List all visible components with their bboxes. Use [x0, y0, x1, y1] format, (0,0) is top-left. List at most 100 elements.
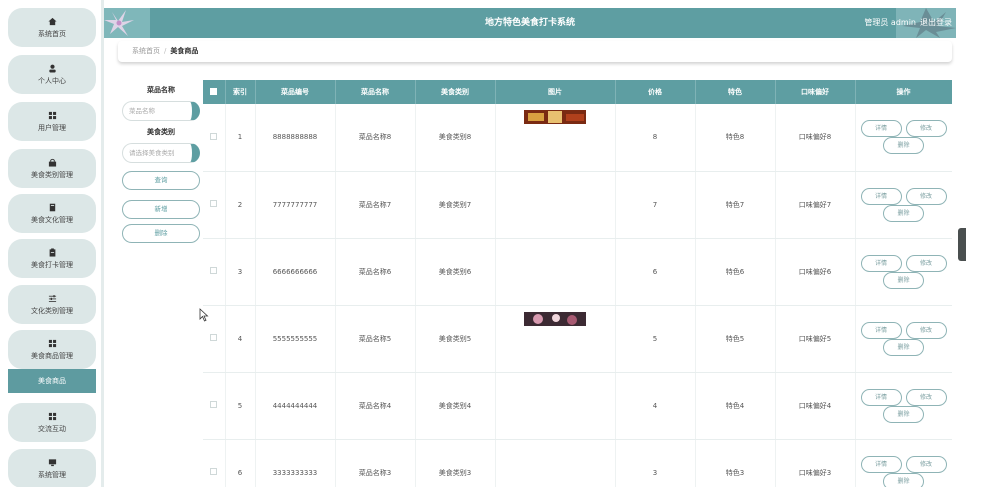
actions-cell: 详情 修改删除 — [855, 238, 952, 306]
edit-button[interactable]: 修改 — [905, 187, 947, 205]
dish-name-input[interactable]: 菜品名称 — [122, 101, 200, 121]
column-header: 菜品名称 — [335, 80, 416, 104]
taste-cell: 口味偏好7 — [775, 171, 856, 239]
row-checkbox[interactable] — [210, 334, 218, 341]
food-category-select[interactable]: 请选择美食类别 — [122, 143, 200, 163]
row-select-cell[interactable] — [203, 372, 226, 440]
delete-button[interactable]: 删除 — [883, 405, 924, 423]
row-select-cell[interactable] — [203, 104, 226, 172]
code-cell: 5555555555 — [255, 305, 336, 373]
column-header: 特色 — [695, 80, 776, 104]
name-cell: 菜品名称4 — [335, 372, 416, 440]
sidebar-item-label: 美食类别管理 — [31, 171, 73, 179]
row-checkbox[interactable] — [210, 267, 218, 274]
system-title: 地方特色美食打卡系统 — [484, 18, 575, 28]
price-cell: 3 — [615, 439, 696, 487]
index-cell: 5 — [225, 372, 256, 440]
name-cell: 菜品名称7 — [335, 171, 416, 239]
sidebar-item-culture-category[interactable]: 文化类别管理 — [8, 285, 96, 324]
sidebar-item-home[interactable]: 系统首页 — [8, 8, 96, 47]
edit-button[interactable]: 修改 — [905, 254, 947, 272]
column-header: 图片 — [495, 80, 616, 104]
code-cell: 6666666666 — [255, 238, 336, 306]
food-category-label: 美食类别 — [147, 128, 175, 136]
sidebar-item-label: 用户管理 — [38, 124, 66, 132]
delete-button[interactable]: 删除 — [883, 271, 924, 289]
detail-button[interactable]: 详情 — [860, 120, 902, 138]
table-row: 5 4444444444 菜品名称4 美食类别4 4 特色4 口味偏好4 详情 修改删除 — [203, 372, 952, 440]
sidebar-item-users[interactable]: 用户管理 — [8, 102, 96, 141]
table-row: 1 8888888888 菜品名称8 美食类别8 8 特色8 口味偏好8 详情 修改删除 — [203, 104, 952, 172]
dish-name-label: 菜品名称 — [147, 86, 175, 94]
category-cell: 美食类别4 — [415, 372, 496, 440]
delete-button[interactable]: 删除 — [883, 204, 924, 222]
logout-link[interactable]: 退出登录 — [920, 18, 952, 27]
sidebar-item-food-category[interactable]: 美食类别管理 — [8, 149, 96, 188]
category-cell: 美食类别3 — [415, 439, 496, 487]
delete-button[interactable]: 删除 — [883, 338, 924, 356]
name-cell: 菜品名称6 — [335, 238, 416, 306]
batch-delete-button[interactable]: 删除 — [122, 224, 200, 243]
table-row: 2 7777777777 菜品名称7 美食类别7 7 特色7 口味偏好7 详情 修改删除 — [203, 171, 952, 239]
sidebar-item-label: 美食打卡管理 — [31, 261, 73, 269]
detail-button[interactable]: 详情 — [860, 254, 902, 272]
edit-button[interactable]: 修改 — [905, 321, 947, 339]
column-header: 口味偏好 — [775, 80, 856, 104]
row-checkbox[interactable] — [210, 132, 218, 140]
code-cell: 8888888888 — [255, 104, 336, 172]
index-cell: 3 — [225, 238, 256, 306]
sidebar-item-food-products[interactable]: 美食商品管理 — [8, 330, 96, 369]
row-checkbox[interactable] — [210, 200, 218, 207]
row-checkbox[interactable] — [210, 468, 218, 475]
sidebar-item-label: 美食文化管理 — [31, 216, 73, 224]
sidebar-item-profile[interactable]: 个人中心 — [8, 55, 96, 94]
add-button[interactable]: 新增 — [122, 200, 200, 219]
admin-label: 管理员 admin — [864, 18, 916, 27]
table-body: 1 8888888888 菜品名称8 美食类别8 8 特色8 口味偏好8 详情 修改删除 2 777… — [203, 104, 952, 487]
delete-button[interactable]: 删除 — [883, 137, 924, 155]
sidebar-item-food-culture[interactable]: 美食文化管理 — [8, 194, 96, 233]
query-button[interactable]: 查询 — [122, 171, 200, 190]
name-cell: 菜品名称5 — [335, 305, 416, 373]
row-select-cell[interactable] — [203, 238, 226, 306]
detail-button[interactable]: 详情 — [860, 455, 902, 473]
column-header: 美食类别 — [415, 80, 496, 104]
column-header: 索引 — [225, 80, 256, 104]
row-select-cell[interactable] — [203, 171, 226, 239]
sidebar-item-label: 个人中心 — [38, 77, 66, 85]
side-panel-toggle[interactable] — [958, 228, 966, 261]
edit-button[interactable]: 修改 — [905, 120, 947, 138]
taste-cell: 口味偏好5 — [775, 305, 856, 373]
feature-cell: 特色7 — [695, 171, 776, 239]
actions-cell: 详情 修改删除 — [855, 171, 952, 239]
food-thumbnail-image — [524, 311, 586, 326]
monitor-icon — [46, 457, 58, 467]
taste-cell: 口味偏好3 — [775, 439, 856, 487]
feature-cell: 特色5 — [695, 305, 776, 373]
sidebar-subitem-food-products[interactable]: 美食商品 — [8, 369, 96, 393]
delete-button[interactable]: 删除 — [883, 472, 924, 487]
feature-cell: 特色4 — [695, 372, 776, 440]
select-all-cell[interactable] — [203, 80, 226, 104]
edit-button[interactable]: 修改 — [905, 388, 947, 406]
table-row: 6 3333333333 菜品名称3 美食类别3 3 特色3 口味偏好3 详情 修改删除 — [203, 439, 952, 487]
row-checkbox[interactable] — [210, 401, 218, 408]
detail-button[interactable]: 详情 — [860, 388, 902, 406]
breadcrumb-current: 美食商品 — [170, 47, 199, 55]
edit-button[interactable]: 修改 — [905, 455, 947, 473]
category-cell: 美食类别6 — [415, 238, 496, 306]
sidebar-item-food-checkin[interactable]: 美食打卡管理 — [8, 239, 96, 278]
detail-button[interactable]: 详情 — [860, 321, 902, 339]
table-row: 4 5555555555 菜品名称5 美食类别5 5 特色5 口味偏好5 详情 修改删除 — [203, 305, 952, 373]
select-all-checkbox[interactable] — [210, 87, 218, 95]
breadcrumb-home-link[interactable]: 系统首页 — [132, 47, 160, 55]
sidebar-item-system[interactable]: 系统管理 — [8, 449, 96, 487]
row-select-cell[interactable] — [203, 439, 226, 487]
detail-button[interactable]: 详情 — [860, 187, 902, 205]
sidebar-item-interaction[interactable]: 交流互动 — [8, 403, 96, 442]
clipboard-icon — [46, 247, 58, 257]
sidebar-item-label: 文化类别管理 — [31, 307, 73, 315]
breadcrumb-separator: / — [164, 47, 167, 55]
price-cell: 6 — [615, 238, 696, 306]
grid-icon — [46, 110, 58, 120]
